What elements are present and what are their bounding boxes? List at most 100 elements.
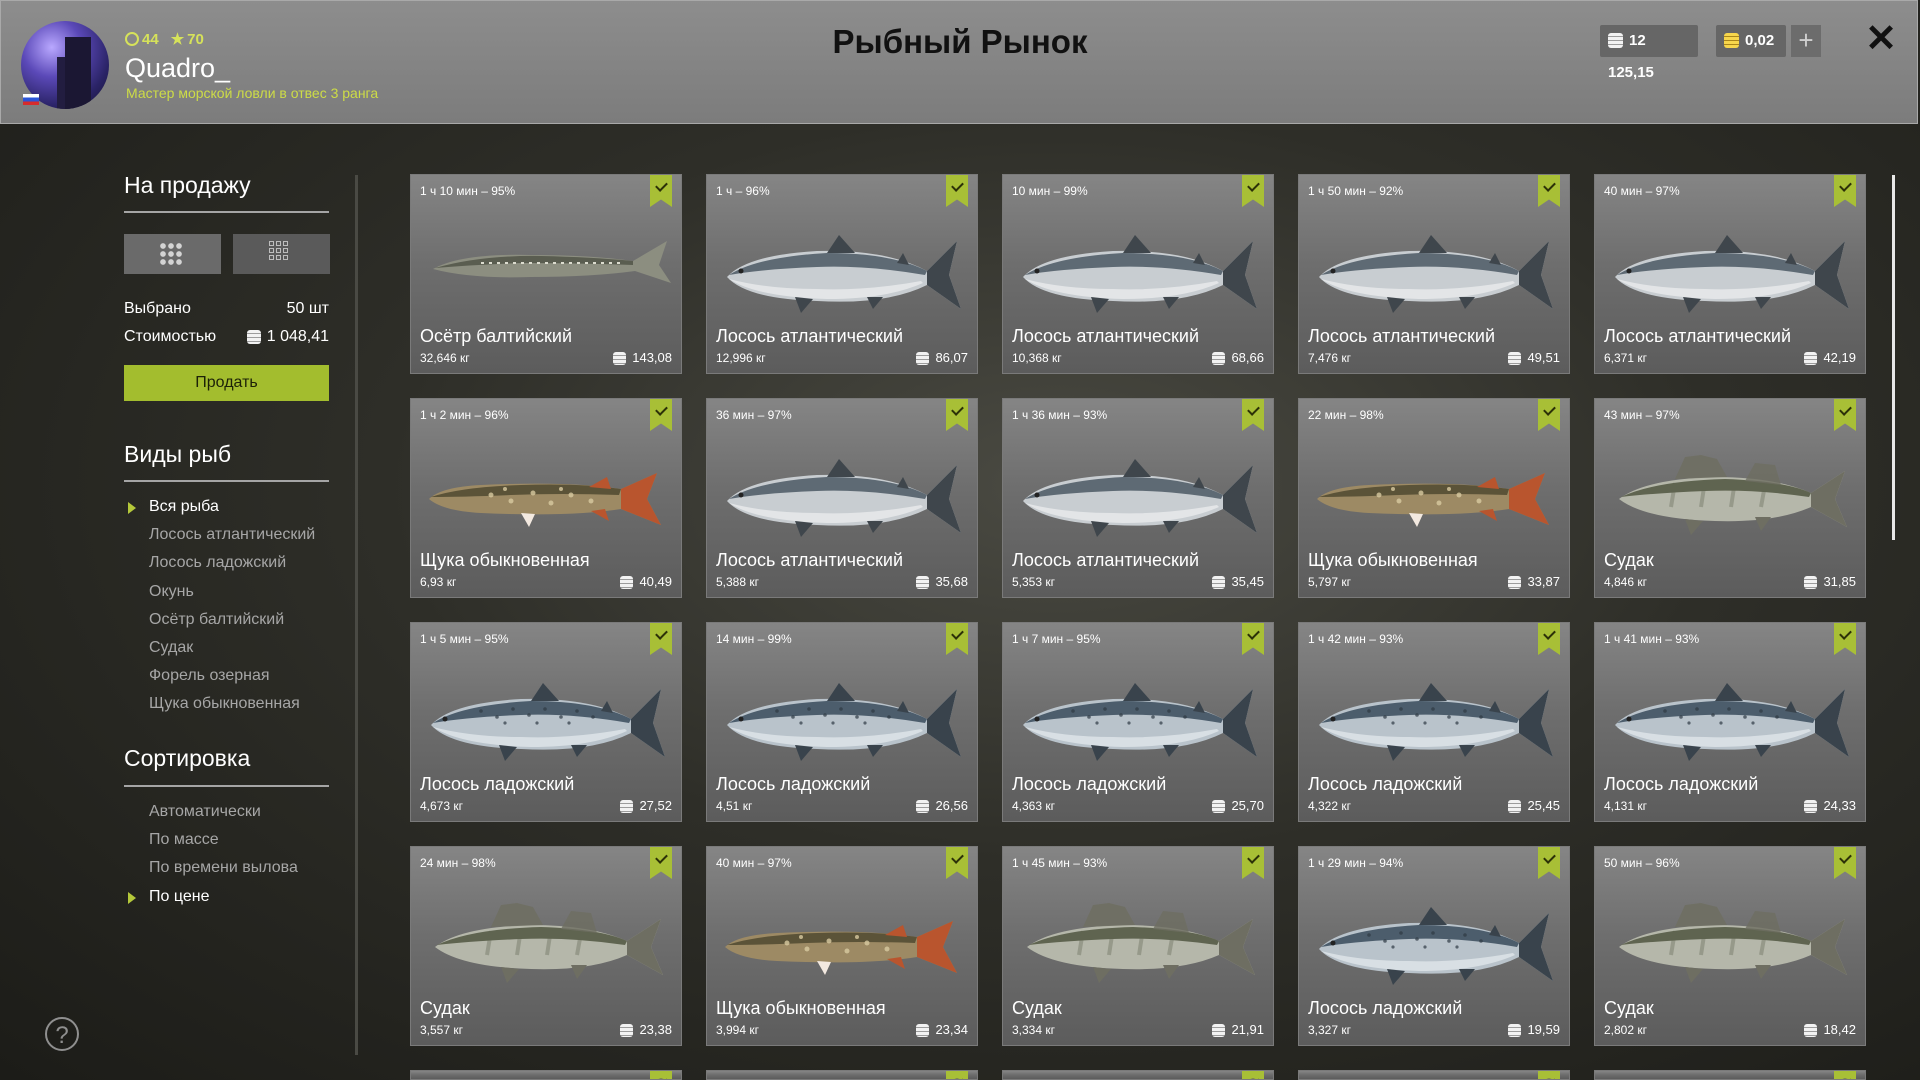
fish-price: 49,51 [1508, 350, 1560, 365]
selected-check-icon[interactable] [650, 1071, 672, 1079]
fish-image [1317, 473, 1549, 527]
fish-price: 68,66 [1212, 350, 1264, 365]
selected-check-icon[interactable] [1242, 1071, 1264, 1079]
fish-card[interactable]: 1 ч 10 мин – 95% Осётр балтийский 32,646… [410, 174, 682, 374]
fish-card[interactable]: 1 ч 36 мин – 93% Лосось атлантический 5,… [1002, 398, 1274, 598]
selected-check-icon[interactable] [1538, 623, 1560, 655]
fish-card[interactable]: 40 мин – 97% Щука обыкновенная 3,994 кг … [706, 846, 978, 1046]
fish-image [1615, 683, 1849, 761]
species-filter-item[interactable]: Вся рыба [149, 498, 219, 516]
species-filter-item[interactable]: Осётр балтийский [149, 611, 284, 629]
fish-card[interactable]: 1 ч 7 мин – 95% Лосось ладожский 4,363 к… [1002, 622, 1274, 822]
active-arrow-icon [128, 502, 136, 514]
selected-check-icon[interactable] [946, 847, 968, 879]
species-filter-item[interactable]: Щука обыкновенная [149, 695, 300, 713]
fish-card[interactable]: 10 мин – 99% Лосось атлантический 10,368… [1002, 174, 1274, 374]
fish-name: Судак [420, 998, 470, 1018]
selected-check-icon[interactable] [650, 399, 672, 431]
fish-card[interactable] [410, 1070, 682, 1080]
selected-check-icon[interactable] [946, 623, 968, 655]
help-icon[interactable]: ? [45, 1017, 79, 1051]
fish-name: Лосось ладожский [1012, 774, 1167, 794]
fish-card[interactable]: 1 ч 42 мин – 93% Лосось ладожский 4,322 … [1298, 622, 1570, 822]
fish-card[interactable] [1298, 1070, 1570, 1080]
fish-image [1619, 455, 1847, 535]
catch-time-condition: 1 ч 2 мин – 96% [420, 408, 509, 422]
sort-option-item[interactable]: По цене [149, 888, 209, 906]
fish-weight: 6,371 кг [1604, 351, 1647, 365]
sort-option-item[interactable]: По массе [149, 831, 219, 849]
species-filter-item[interactable]: Судак [149, 639, 193, 657]
fish-card[interactable]: 36 мин – 97% Лосось атлантический 5,388 … [706, 398, 978, 598]
species-filter-item[interactable]: Форель озерная [149, 667, 270, 685]
sell-button[interactable]: Продать [124, 365, 329, 401]
fish-card[interactable]: 43 мин – 97% Судак 4,846 кг 31,85 [1594, 398, 1866, 598]
selected-check-icon[interactable] [1538, 847, 1560, 879]
silver-coin-icon [1508, 800, 1522, 813]
selected-check-icon[interactable] [946, 399, 968, 431]
selected-check-icon[interactable] [650, 623, 672, 655]
silver-coin-icon [1508, 1024, 1522, 1037]
selected-check-icon[interactable] [1242, 175, 1264, 207]
fish-weight: 6,93 кг [420, 575, 457, 589]
fish-card[interactable] [1002, 1070, 1274, 1080]
species-filter-item[interactable]: Лосось атлантический [149, 526, 315, 544]
selected-check-icon[interactable] [1834, 399, 1856, 431]
fish-card[interactable]: 1 ч 45 мин – 93% Судак 3,334 кг 21,91 [1002, 846, 1274, 1046]
fish-card[interactable]: 22 мин – 98% Щука обыкновенная 5,797 кг … [1298, 398, 1570, 598]
fish-card[interactable]: 40 мин – 97% Лосось атлантический 6,371 … [1594, 174, 1866, 374]
fish-price: 27,52 [620, 798, 672, 813]
fish-image [1023, 235, 1257, 313]
selected-check-icon[interactable] [1242, 623, 1264, 655]
fish-image [1023, 459, 1257, 537]
selected-check-icon[interactable] [650, 175, 672, 207]
selected-check-icon[interactable] [946, 1071, 968, 1079]
sort-option-item[interactable]: По времени вылова [149, 859, 298, 877]
selected-check-icon[interactable] [1538, 175, 1560, 207]
fish-card[interactable]: 1 ч 2 мин – 96% Щука обыкновенная 6,93 к… [410, 398, 682, 598]
fish-card[interactable]: 50 мин – 96% Судак 2,802 кг 18,42 [1594, 846, 1866, 1046]
catch-time-condition: 50 мин – 96% [1604, 856, 1680, 870]
selected-check-icon[interactable] [1538, 1071, 1560, 1079]
fish-price: 86,07 [916, 350, 968, 365]
scrollbar[interactable] [1892, 175, 1895, 540]
selected-check-icon[interactable] [1834, 175, 1856, 207]
selected-check-icon[interactable] [650, 847, 672, 879]
fish-card[interactable]: 1 ч 41 мин – 93% Лосось ладожский 4,131 … [1594, 622, 1866, 822]
catch-time-condition: 36 мин – 97% [716, 408, 792, 422]
fish-image [431, 683, 665, 761]
fish-price: 33,87 [1508, 574, 1560, 589]
selected-check-icon[interactable] [946, 175, 968, 207]
fish-weight: 4,673 кг [420, 799, 463, 813]
selected-check-icon[interactable] [1834, 623, 1856, 655]
top-header: 44 ★ 70 Quadro_ Мастер морской ловли в отв… [0, 0, 1918, 124]
add-currency-button[interactable]: + [1791, 25, 1821, 57]
sort-option-item[interactable]: Автоматически [149, 803, 261, 821]
selected-check-icon[interactable] [1242, 847, 1264, 879]
grid-small-view-button[interactable] [233, 234, 330, 274]
selected-check-icon[interactable] [1834, 847, 1856, 879]
fish-card[interactable]: 1 ч 29 мин – 94% Лосось ладожский 3,327 … [1298, 846, 1570, 1046]
selected-check-icon[interactable] [1242, 399, 1264, 431]
grid-large-view-button[interactable] [124, 234, 221, 274]
panel-divider [355, 175, 358, 1055]
fish-card[interactable] [1594, 1070, 1866, 1080]
silver-coin-icon [1804, 352, 1818, 365]
fish-weight: 5,353 кг [1012, 575, 1055, 589]
fish-image [725, 921, 957, 975]
fish-card[interactable]: 1 ч 5 мин – 95% Лосось ладожский 4,673 к… [410, 622, 682, 822]
silver-coin-icon [916, 576, 930, 589]
species-filter-item[interactable]: Окунь [149, 583, 194, 601]
close-button[interactable]: ✕ [1865, 20, 1897, 58]
species-filter-item[interactable]: Лосось ладожский [149, 554, 286, 572]
fish-card[interactable]: 14 мин – 99% Лосось ладожский 4,51 кг 26… [706, 622, 978, 822]
fish-card[interactable] [706, 1070, 978, 1080]
fish-card[interactable]: 1 ч 50 мин – 92% Лосось атлантический 7,… [1298, 174, 1570, 374]
catch-time-condition: 40 мин – 97% [1604, 184, 1680, 198]
fish-weight: 2,802 кг [1604, 1023, 1647, 1037]
divider-line [124, 785, 329, 787]
fish-card[interactable]: 24 мин – 98% Судак 3,557 кг 23,38 [410, 846, 682, 1046]
fish-card[interactable]: 1 ч – 96% Лосось атлантический 12,996 кг… [706, 174, 978, 374]
selected-check-icon[interactable] [1834, 1071, 1856, 1079]
selected-check-icon[interactable] [1538, 399, 1560, 431]
